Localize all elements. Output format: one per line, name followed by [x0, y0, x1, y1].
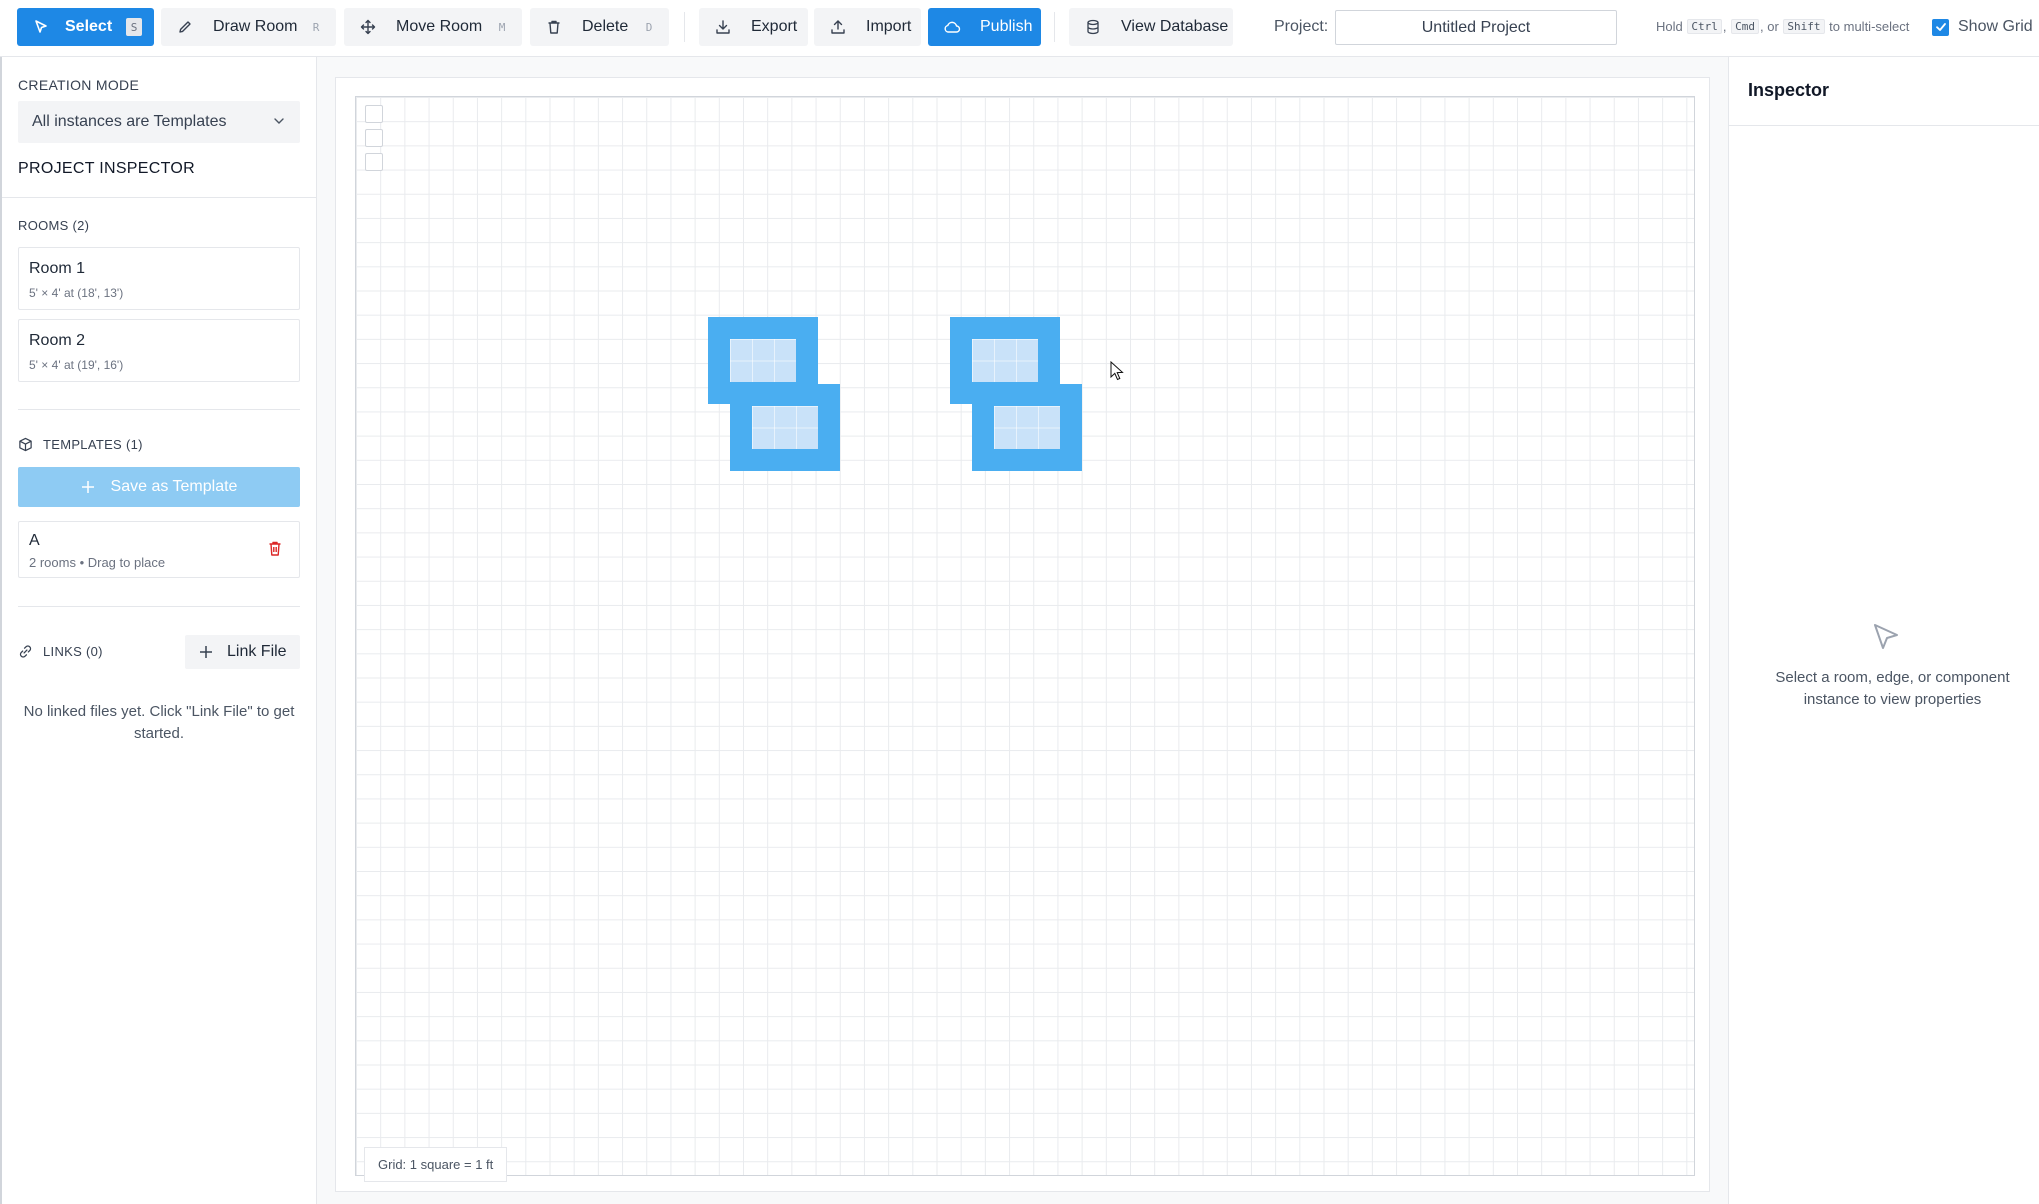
cursor-pointer-icon — [1871, 622, 1901, 657]
save-as-template-label: Save as Template — [110, 478, 238, 495]
zoom-control[interactable] — [365, 129, 383, 147]
link-file-button[interactable]: Link File — [185, 635, 300, 669]
select-tool-label: Select — [65, 18, 113, 35]
hint-key-shift: Shift — [1783, 19, 1825, 34]
inspector-panel: Inspector Select a room, edge, or compon… — [1728, 57, 2039, 1204]
pencil-icon — [175, 17, 195, 37]
hint-suffix: to multi-select — [1829, 19, 1910, 34]
delete-template-trash-icon[interactable] — [267, 540, 283, 562]
rooms-title: ROOMS (2) — [18, 218, 90, 233]
export-label: Export — [751, 18, 798, 35]
creation-mode-select[interactable]: All instances are Templates — [18, 101, 300, 143]
left-sidebar: CREATION MODE All instances are Template… — [0, 57, 319, 1204]
show-grid-label: Show Grid — [1958, 18, 2033, 35]
links-empty-message: No linked files yet. Click "Link File" t… — [23, 703, 295, 742]
divider — [18, 606, 300, 607]
draw-room-button[interactable]: Draw Room R — [161, 8, 336, 46]
multi-select-hint: Hold Ctrl , Cmd , or Shift to multi-sele… — [1656, 19, 1909, 34]
room-list-item[interactable]: Room 2 5' × 4' at (19', 16') — [18, 319, 300, 382]
room-shape[interactable] — [730, 384, 840, 471]
room-floor — [730, 339, 796, 382]
room-floor — [972, 339, 1038, 382]
templates-title: TEMPLATES (1) — [43, 437, 143, 452]
zoom-control[interactable] — [365, 105, 383, 123]
template-detail: 2 rooms • Drag to place — [29, 555, 166, 570]
show-grid-toggle[interactable]: Show Grid — [1932, 18, 2033, 36]
delete-tool-label: Delete — [582, 18, 629, 35]
view-database-button[interactable]: View Database — [1069, 8, 1233, 46]
publish-button[interactable]: Publish — [928, 8, 1041, 46]
upload-icon — [828, 17, 848, 37]
toolbar-separator-2 — [1054, 12, 1055, 42]
divider — [2, 197, 319, 198]
canvas-area: Grid: 1 square = 1 ft — [317, 57, 1728, 1204]
room-shape[interactable] — [972, 384, 1082, 471]
template-name: A — [29, 532, 40, 549]
creation-mode-title: CREATION MODE — [18, 77, 140, 93]
hint-sep1: , — [1722, 19, 1727, 34]
move-room-label: Move Room — [396, 18, 483, 35]
room-floor — [994, 406, 1060, 449]
move-arrows-icon — [358, 17, 378, 37]
creation-mode-value: All instances are Templates — [32, 113, 227, 130]
room-floor — [752, 406, 818, 449]
select-shortcut: S — [126, 18, 142, 36]
zoom-control[interactable] — [365, 153, 383, 171]
move-room-button[interactable]: Move Room M — [344, 8, 522, 46]
import-button[interactable]: Import — [814, 8, 921, 46]
hint-key-ctrl: Ctrl — [1687, 19, 1722, 34]
templates-header: TEMPLATES (1) — [18, 437, 143, 452]
room-detail: 5' × 4' at (18', 13') — [29, 286, 124, 300]
checkbox-checked-icon[interactable] — [1932, 18, 1949, 36]
draw-room-shortcut: R — [312, 20, 320, 34]
package-icon — [18, 437, 33, 452]
project-label: Project: — [1274, 18, 1329, 35]
chevron-down-icon — [272, 114, 286, 133]
export-button[interactable]: Export — [699, 8, 808, 46]
plus-icon — [199, 645, 213, 659]
hint-sep2: , or — [1760, 19, 1779, 34]
database-icon — [1083, 17, 1103, 37]
divider — [1729, 125, 2039, 126]
project-inspector-title: PROJECT INSPECTOR — [18, 160, 195, 177]
hint-key-cmd: Cmd — [1731, 19, 1759, 34]
toolbar-separator — [684, 12, 685, 42]
room-name: Room 2 — [29, 332, 86, 349]
plus-icon — [81, 480, 95, 494]
delete-shortcut: D — [645, 20, 653, 34]
links-title: LINKS (0) — [43, 644, 103, 659]
cursor-arrow-icon — [31, 17, 51, 37]
download-icon — [713, 17, 733, 37]
publish-label: Publish — [980, 18, 1033, 35]
project-name-input[interactable] — [1335, 10, 1617, 45]
room-detail: 5' × 4' at (19', 16') — [29, 358, 124, 372]
delete-tool-button[interactable]: Delete D — [530, 8, 669, 46]
cloud-icon — [942, 17, 962, 37]
inspector-empty-message: Select a room, edge, or component instan… — [1775, 669, 2010, 708]
template-list-item[interactable]: A 2 rooms • Drag to place — [18, 521, 300, 578]
divider — [18, 409, 300, 410]
mouse-pointer-icon — [1110, 360, 1124, 386]
select-tool-button[interactable]: Select S — [17, 8, 154, 46]
room-list-item[interactable]: Room 1 5' × 4' at (18', 13') — [18, 247, 300, 310]
floorplan-grid-canvas[interactable]: Grid: 1 square = 1 ft — [355, 96, 1695, 1182]
hint-prefix: Hold — [1656, 19, 1683, 34]
room-name: Room 1 — [29, 260, 86, 277]
view-database-label: View Database — [1121, 18, 1229, 35]
links-header: LINKS (0) — [18, 644, 103, 659]
toolbar: Select S Draw Room R Move Room M Delete … — [0, 0, 2039, 57]
trash-icon — [544, 17, 564, 37]
inspector-title: Inspector — [1748, 80, 1830, 100]
link-icon — [18, 644, 33, 659]
draw-room-label: Draw Room — [213, 18, 298, 35]
move-room-shortcut: M — [498, 20, 506, 34]
canvas-frame: Grid: 1 square = 1 ft — [335, 77, 1710, 1192]
link-file-label: Link File — [227, 643, 287, 660]
grid-scale-legend: Grid: 1 square = 1 ft — [364, 1147, 508, 1182]
import-label: Import — [866, 18, 912, 35]
save-as-template-button[interactable]: Save as Template — [18, 467, 300, 507]
